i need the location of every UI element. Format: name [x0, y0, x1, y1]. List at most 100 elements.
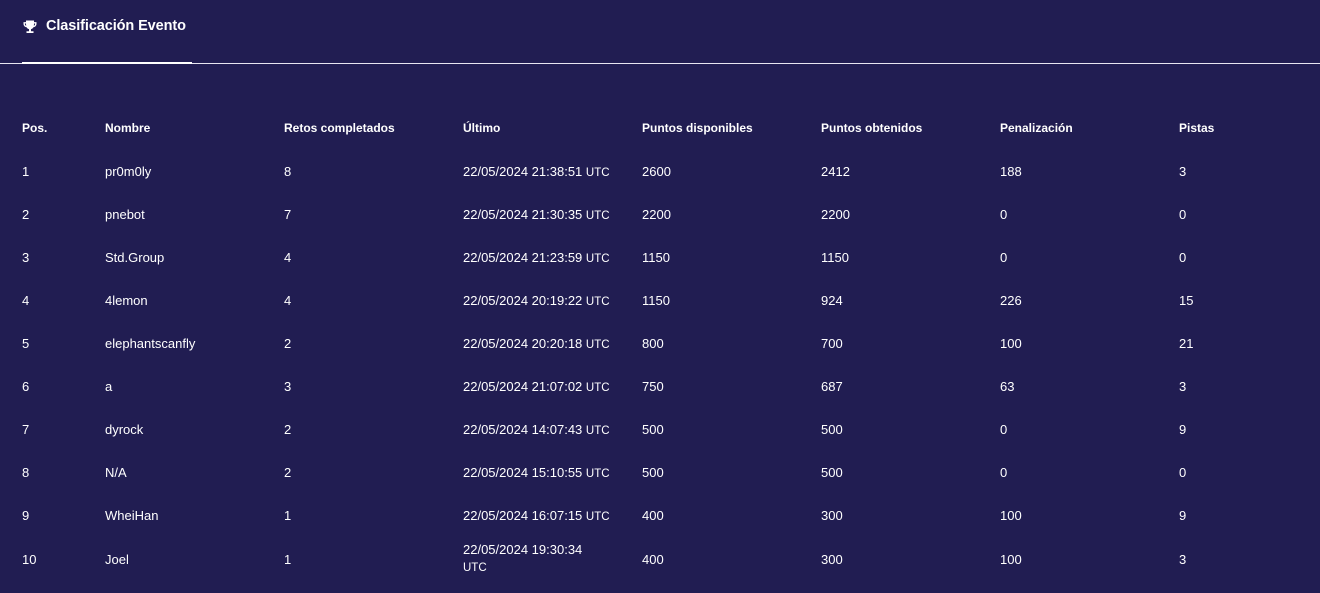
- cell-puntos-disponibles: 2600: [642, 164, 671, 179]
- cell-nombre[interactable]: pnebot: [105, 193, 284, 236]
- cell-puntos-obtenidos: 924: [821, 293, 843, 308]
- table-row: 7 dyrock 2 22/05/2024 14:07:43 UTC 500 500 0 9: [22, 408, 1299, 451]
- cell-pistas: 3: [1179, 379, 1187, 394]
- cell-retos: 7: [284, 207, 292, 222]
- cell-pistas: 21: [1179, 336, 1194, 351]
- cell-pistas: 9: [1179, 508, 1187, 523]
- ultimo-timezone: UTC: [585, 210, 610, 222]
- table-row: 4 4lemon 4 22/05/2024 20:19:22 UTC 1150 924 22…: [22, 279, 1299, 322]
- cell-pos: 2: [22, 207, 30, 222]
- cell-nombre[interactable]: pr0m0ly: [105, 150, 284, 193]
- cell-ultimo: 22/05/2024 15:10:55 UTC: [463, 451, 642, 494]
- table-row: 8 N/A 2 22/05/2024 15:10:55 UTC 500 500 0 0: [22, 451, 1299, 494]
- cell-retos: 4: [284, 250, 292, 265]
- cell-puntos-disponibles: 1150: [642, 250, 670, 265]
- ultimo-timezone: UTC: [585, 382, 610, 394]
- cell-nombre[interactable]: N/A: [105, 451, 284, 494]
- col-header-penalizacion[interactable]: Penalización: [1000, 106, 1179, 150]
- cell-pos: 4: [22, 293, 30, 308]
- table-header-row: Pos. Nombre Retos completados Último Puntos …: [22, 106, 1299, 150]
- cell-puntos-obtenidos: 300: [821, 508, 843, 523]
- cell-pistas: 0: [1179, 207, 1187, 222]
- table-row: 6 a 3 22/05/2024 21:07:02 UTC 750 687 63 3: [22, 365, 1299, 408]
- cell-retos: 2: [284, 465, 292, 480]
- table-row: 9 WheiHan 1 22/05/2024 16:07:15 UTC 400 300 10…: [22, 494, 1299, 537]
- cell-penalizacion: 100: [1000, 508, 1022, 523]
- cell-pistas: 3: [1179, 551, 1187, 567]
- ultimo-date: 22/05/2024 21:38:51: [463, 164, 583, 179]
- cell-nombre[interactable]: 4lemon: [105, 279, 284, 322]
- tab-clasificacion-evento[interactable]: Clasificación Evento: [22, 0, 192, 64]
- ultimo-date: 22/05/2024 16:07:15: [463, 508, 583, 523]
- cell-penalizacion: 0: [1000, 422, 1008, 437]
- cell-penalizacion: 100: [1000, 336, 1022, 351]
- cell-puntos-obtenidos: 500: [821, 422, 843, 437]
- cell-penalizacion: 0: [1000, 465, 1008, 480]
- leaderboard-table: Pos. Nombre Retos completados Último Puntos …: [22, 106, 1299, 581]
- ultimo-date: 22/05/2024 21:30:35: [463, 207, 583, 222]
- cell-puntos-disponibles: 2200: [642, 207, 671, 222]
- cell-puntos-obtenidos: 2412: [821, 164, 850, 179]
- ultimo-timezone: UTC: [585, 468, 610, 480]
- cell-penalizacion: 226: [1000, 293, 1022, 308]
- col-header-pistas[interactable]: Pistas: [1179, 106, 1299, 150]
- ultimo-date: 22/05/2024 20:20:18: [463, 336, 583, 351]
- cell-retos: 2: [284, 336, 292, 351]
- ultimo-date: 22/05/2024 19:30:34: [463, 542, 583, 557]
- cell-ultimo: 22/05/2024 16:07:15 UTC: [463, 494, 642, 537]
- cell-puntos-disponibles: 1150: [642, 293, 670, 308]
- ultimo-date: 22/05/2024 21:07:02: [463, 379, 583, 394]
- cell-pos: 7: [22, 422, 30, 437]
- cell-puntos-disponibles: 800: [642, 336, 664, 351]
- cell-puntos-obtenidos: 700: [821, 336, 843, 351]
- cell-pistas: 0: [1179, 465, 1187, 480]
- col-header-puntos-obtenidos[interactable]: Puntos obtenidos: [821, 106, 1000, 150]
- cell-ultimo: 22/05/2024 21:07:02 UTC: [463, 365, 642, 408]
- cell-ultimo: 22/05/2024 21:23:59 UTC: [463, 236, 642, 279]
- cell-nombre[interactable]: Std.Group: [105, 236, 284, 279]
- ultimo-date: 22/05/2024 14:07:43: [463, 422, 583, 437]
- col-header-retos[interactable]: Retos completados: [284, 106, 463, 150]
- cell-penalizacion: 100: [1000, 551, 1022, 567]
- cell-puntos-disponibles: 400: [642, 551, 664, 567]
- col-header-ultimo[interactable]: Último: [463, 106, 642, 150]
- cell-nombre[interactable]: elephantscanfly: [105, 322, 284, 365]
- cell-penalizacion: 63: [1000, 379, 1015, 394]
- cell-pistas: 0: [1179, 250, 1187, 265]
- cell-puntos-obtenidos: 300: [821, 551, 843, 567]
- cell-penalizacion: 188: [1000, 164, 1022, 179]
- cell-puntos-obtenidos: 687: [821, 379, 843, 394]
- cell-pos: 3: [22, 250, 30, 265]
- ultimo-date: 22/05/2024 20:19:22: [463, 293, 583, 308]
- col-header-pos[interactable]: Pos.: [22, 106, 105, 150]
- tab-label: Clasificación Evento: [46, 18, 186, 34]
- table-body: 1 pr0m0ly 8 22/05/2024 21:38:51 UTC 2600 2412…: [22, 150, 1299, 581]
- table-row: 1 pr0m0ly 8 22/05/2024 21:38:51 UTC 2600 2412…: [22, 150, 1299, 193]
- cell-ultimo: 22/05/2024 14:07:43 UTC: [463, 408, 642, 451]
- cell-nombre[interactable]: WheiHan: [105, 494, 284, 537]
- table-row: 3 Std.Group 4 22/05/2024 21:23:59 UTC 1150 11…: [22, 236, 1299, 279]
- table-row: 2 pnebot 7 22/05/2024 21:30:35 UTC 2200 2200 0…: [22, 193, 1299, 236]
- cell-pos: 9: [22, 508, 30, 523]
- cell-retos: 2: [284, 422, 292, 437]
- cell-nombre[interactable]: a: [105, 365, 284, 408]
- cell-ultimo: 22/05/2024 21:38:51 UTC: [463, 150, 642, 193]
- cell-ultimo: 22/05/2024 21:30:35 UTC: [463, 193, 642, 236]
- col-header-nombre[interactable]: Nombre: [105, 106, 284, 150]
- ultimo-date: 22/05/2024 15:10:55: [463, 465, 583, 480]
- cell-pos: 6: [22, 379, 30, 394]
- trophy-icon: [23, 20, 37, 33]
- cell-puntos-obtenidos: 2200: [821, 207, 850, 222]
- tab-bar: Clasificación Evento: [0, 0, 1320, 64]
- cell-ultimo: 22/05/2024 20:20:18 UTC: [463, 322, 642, 365]
- cell-nombre[interactable]: dyrock: [105, 408, 284, 451]
- cell-penalizacion: 0: [1000, 250, 1008, 265]
- cell-retos: 1: [284, 551, 292, 567]
- cell-ultimo: 22/05/2024 20:19:22 UTC: [463, 279, 642, 322]
- col-header-puntos-disponibles[interactable]: Puntos disponibles: [642, 106, 821, 150]
- cell-nombre[interactable]: Joel: [105, 537, 284, 581]
- ultimo-timezone: UTC: [585, 296, 610, 308]
- ultimo-timezone: UTC: [585, 339, 610, 351]
- ultimo-timezone: UTC: [585, 167, 610, 179]
- ultimo-date: 22/05/2024 21:23:59: [463, 250, 583, 265]
